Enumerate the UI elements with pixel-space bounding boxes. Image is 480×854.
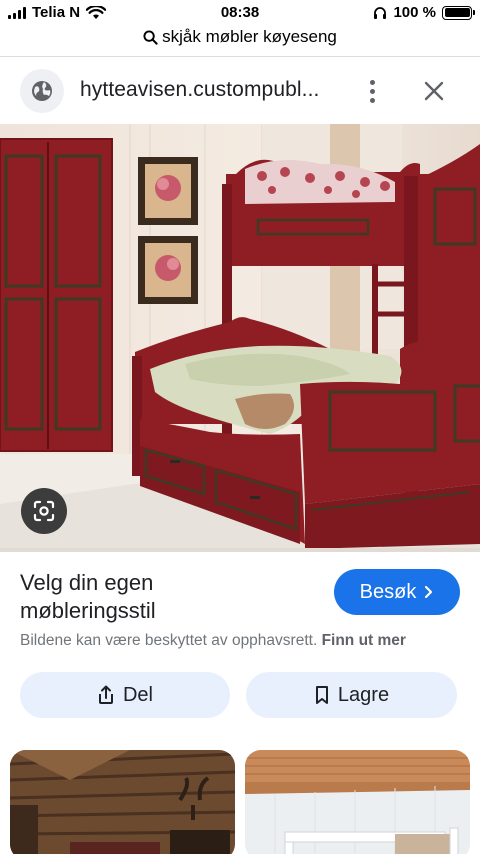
status-bar: Telia N 08:38 100 % [0, 0, 480, 26]
battery-percent: 100 % [393, 4, 436, 21]
result-title-line2: møbleringsstil [20, 598, 156, 623]
lens-icon[interactable] [21, 488, 67, 534]
copyright-notice: Bildene kan være beskyttet av opphavsret… [20, 632, 406, 650]
headphones-icon [374, 6, 387, 19]
learn-more-link[interactable]: Finn ut mer [322, 632, 406, 649]
share-icon [98, 685, 113, 704]
search-query[interactable]: skjåk møbler køyeseng [0, 25, 480, 49]
visit-button[interactable]: Besøk [334, 569, 460, 615]
site-favicon [20, 69, 64, 113]
save-button[interactable]: Lagre [246, 672, 457, 718]
result-title[interactable]: Velg din egen møbleringsstil [20, 569, 320, 625]
save-button-label: Lagre [337, 683, 390, 706]
related-image[interactable] [10, 750, 235, 854]
bookmark-icon [315, 686, 328, 704]
share-button-label: Del [122, 683, 153, 706]
share-button[interactable]: Del [20, 672, 230, 718]
chevron-right-icon [425, 585, 433, 599]
visit-button-label: Besøk [359, 580, 417, 603]
site-url[interactable]: hytteavisen.custompubl... [80, 78, 319, 102]
close-icon[interactable] [420, 76, 448, 106]
search-icon [143, 29, 158, 45]
header-divider [0, 56, 480, 57]
globe-icon [32, 81, 52, 101]
site-header: hytteavisen.custompubl... [0, 66, 480, 116]
status-right: 100 % [373, 4, 475, 21]
related-image[interactable] [245, 750, 470, 854]
search-query-text: skjåk møbler køyeseng [162, 27, 337, 46]
result-image[interactable] [0, 124, 480, 552]
copyright-text: Bildene kan være beskyttet av opphavsret… [20, 632, 318, 649]
more-vert-icon[interactable] [358, 76, 386, 106]
battery-icon [442, 5, 475, 20]
result-title-line1: Velg din egen [20, 570, 154, 595]
